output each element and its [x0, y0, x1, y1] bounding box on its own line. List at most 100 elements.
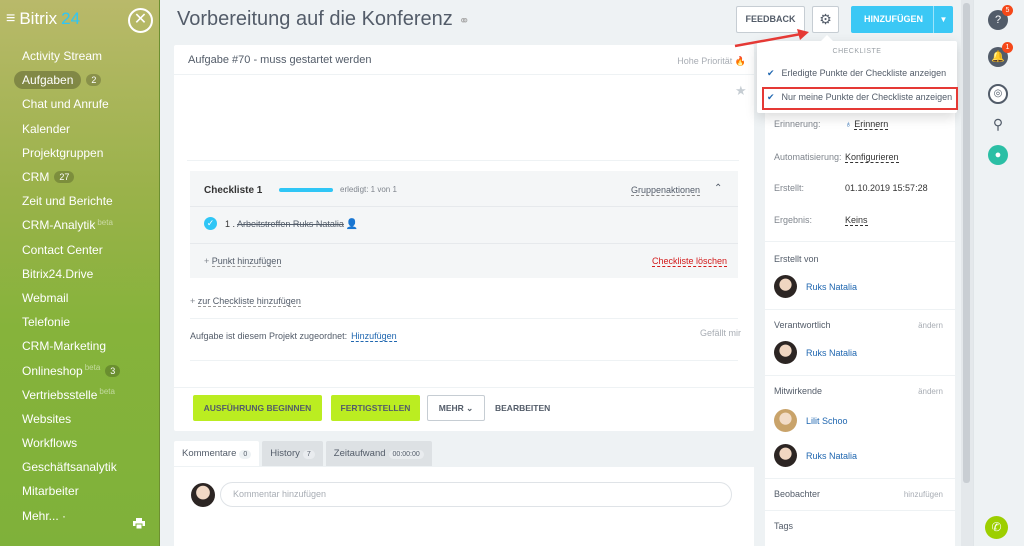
start-button[interactable]: AUSFÜHRUNG BEGINNEN: [193, 395, 322, 421]
tabs: Kommentare 0 History 7 Zeitaufwand 00:00:00: [174, 441, 435, 467]
sidebar-item[interactable]: Workflows: [0, 431, 159, 455]
result-value[interactable]: Keins: [845, 215, 868, 226]
finish-button[interactable]: FERTIGSTELLEN: [331, 395, 420, 421]
sidebar-item-label: CRM-Analytik: [22, 218, 96, 233]
comment-input[interactable]: Kommentar hinzufügen: [220, 482, 732, 507]
automation-value[interactable]: Konfigurieren: [845, 152, 899, 163]
menu-icon[interactable]: ≡: [6, 10, 15, 28]
add-to-checklist-link[interactable]: + zur Checkliste hinzufügen: [190, 296, 301, 307]
sidebar-item[interactable]: Kalender: [0, 117, 159, 141]
chevron-up-icon[interactable]: ⌃: [714, 183, 722, 194]
divider: [190, 206, 738, 207]
tab-history[interactable]: History 7: [262, 441, 323, 466]
avatar[interactable]: ●: [988, 145, 1008, 165]
scrollbar-thumb[interactable]: [963, 3, 970, 483]
checkmark-icon: ✔: [767, 68, 775, 78]
sidebar-item-label: Geschäftsanalytik: [22, 460, 117, 475]
chevron-down-icon[interactable]: ▼: [933, 6, 953, 33]
avatar: [191, 483, 215, 507]
sidebar-item[interactable]: Geschäftsanalytik: [0, 455, 159, 479]
add-point-link[interactable]: + Punkt hinzufügen: [204, 256, 282, 267]
menu-item-show-completed[interactable]: ✔ Erledigte Punkte der Checkliste anzeige…: [767, 68, 946, 79]
divider: [174, 387, 754, 388]
bell-icon[interactable]: 🔔 1: [988, 42, 1013, 67]
reminder-value[interactable]: ♁ Erinnern: [845, 119, 889, 130]
divider: [765, 478, 955, 479]
tab-comments[interactable]: Kommentare 0: [174, 441, 260, 466]
checkmark-icon[interactable]: ✓: [204, 217, 217, 230]
sidebar-item-label: Projektgruppen: [22, 145, 104, 160]
sidebar-item[interactable]: Telefonie: [0, 310, 159, 334]
add-button[interactable]: HINZUFÜGEN ▼: [851, 6, 953, 33]
divider: [765, 510, 955, 511]
plus-sign: +: [204, 256, 212, 266]
sidebar-item[interactable]: Websites: [0, 407, 159, 431]
participant-person[interactable]: Ruks Natalia: [774, 444, 857, 467]
divider: [187, 160, 739, 161]
creator-person[interactable]: Ruks Natalia: [774, 275, 857, 298]
sidebar-item[interactable]: Zeit und Berichte: [0, 189, 159, 213]
checklist-item[interactable]: 1 . Arbeitstreffen Ruks Natalia 👤: [225, 219, 358, 230]
page-title-text: Vorbereitung auf die Konferenz: [177, 8, 453, 30]
change-responsible-link[interactable]: ändern: [918, 321, 943, 330]
scrollbar[interactable]: [961, 0, 973, 546]
edit-button[interactable]: BEARBEITEN: [495, 403, 550, 413]
user-icon[interactable]: 👤: [346, 219, 358, 230]
task-card: Aufgabe #70 - muss gestartet werden Hohe…: [174, 45, 754, 431]
close-icon[interactable]: ✕: [128, 8, 153, 33]
creator-section-title: Erstellt von: [774, 254, 819, 264]
sidebar-item[interactable]: Contact Center: [0, 238, 159, 262]
divider: [190, 360, 738, 361]
search-icon[interactable]: ⚲: [988, 114, 1008, 134]
sidebar-item[interactable]: Webmail: [0, 286, 159, 310]
checklist: Checkliste 1 erledigt: 1 von 1 Gruppenak…: [190, 171, 738, 278]
divider: [765, 375, 955, 376]
sidebar-item-label: Zeit und Berichte: [22, 194, 113, 209]
sidebar-item[interactable]: CRM 27: [0, 165, 159, 189]
sidebar-item[interactable]: Bitrix24.Drive: [0, 262, 159, 286]
sidebar-item[interactable]: Onlineshop beta 3: [0, 358, 159, 382]
more-button[interactable]: MEHR ⌄: [427, 395, 485, 421]
plus-sign: +: [190, 296, 198, 306]
change-participants-link[interactable]: ändern: [918, 387, 943, 396]
phone-icon[interactable]: ✆: [985, 516, 1008, 539]
sidebar-item[interactable]: CRM-Marketing: [0, 334, 159, 358]
link-icon[interactable]: ⚭: [459, 13, 470, 28]
gear-icon[interactable]: ⚙: [812, 6, 839, 33]
divider: [190, 318, 738, 319]
help-icon[interactable]: ? 5: [988, 5, 1013, 30]
brand[interactable]: ≡ Bitrix 24: [6, 9, 80, 29]
sidebar-item-label: CRM-Marketing: [22, 339, 107, 354]
sidebar-item[interactable]: Vertriebsstelle beta: [0, 383, 159, 407]
delete-checklist-link[interactable]: Checkliste löschen: [652, 256, 728, 267]
sidebar-item[interactable]: Chat und Anrufe: [0, 92, 159, 116]
checklist-title[interactable]: Checkliste 1: [204, 185, 262, 196]
sidebar-item-label: Mehr... ·: [22, 508, 67, 523]
sidebar-item[interactable]: Activity Stream: [0, 44, 159, 68]
priority-toggle[interactable]: Hohe Priorität 🔥: [677, 56, 746, 67]
star-icon[interactable]: ★: [735, 83, 747, 99]
chat-icon[interactable]: ◎: [988, 84, 1008, 104]
sidebar-item-label: Contact Center: [22, 242, 103, 257]
avatar: [774, 444, 797, 467]
priority-label: Hohe Priorität: [677, 56, 733, 66]
printer-icon[interactable]: [133, 518, 145, 532]
sidebar-item-aufgaben[interactable]: Aufgaben 2: [0, 68, 159, 92]
annotation-arrow-icon: [734, 29, 809, 48]
tab-time-spent[interactable]: Zeitaufwand 00:00:00: [325, 441, 432, 466]
responsible-person[interactable]: Ruks Natalia: [774, 341, 857, 364]
bell-icon: ♁: [845, 119, 852, 129]
sidebar-item-label: Aufgaben: [14, 71, 82, 90]
beta-tag: beta: [97, 217, 113, 227]
add-observer-link[interactable]: hinzufügen: [904, 490, 943, 499]
group-actions-link[interactable]: Gruppenaktionen: [631, 185, 701, 196]
like-link[interactable]: Gefällt mir: [700, 328, 741, 338]
created-value: 01.10.2019 15:57:28: [845, 183, 928, 193]
participant-person[interactable]: Lilit Schoo: [774, 409, 848, 432]
sidebar-item[interactable]: CRM-Analytik beta: [0, 213, 159, 237]
project-add-link[interactable]: Hinzufügen: [351, 331, 397, 342]
sidebar-item[interactable]: Projektgruppen: [0, 141, 159, 165]
beta-tag: beta: [84, 363, 101, 373]
sidebar-item[interactable]: Mitarbeiter: [0, 479, 159, 503]
avatar: [774, 341, 797, 364]
